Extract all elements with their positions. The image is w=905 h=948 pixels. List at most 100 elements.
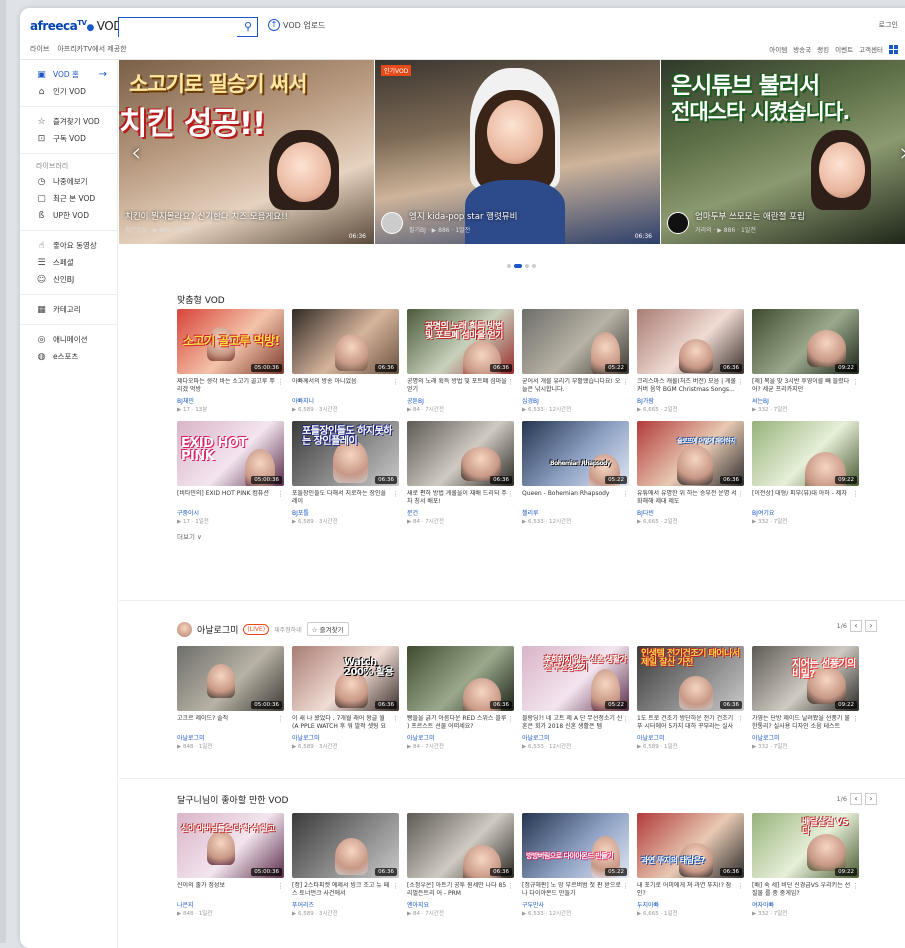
video-title[interactable]: [이전상] 대형/ 피부(뷰)대 아하 - 제차 bbox=[752, 490, 859, 506]
sidebar-item-recent[interactable]: ▢ 최근 본 VOD bbox=[20, 190, 117, 207]
menu-event[interactable]: 이벤트 bbox=[835, 44, 853, 54]
prev-page-icon[interactable]: ‹ bbox=[850, 620, 862, 632]
search-input[interactable] bbox=[119, 22, 237, 40]
video-thumbnail[interactable]: 공명의 노래 획득 방법 및 포트폐 섬마을 얻기 06:36 bbox=[407, 309, 514, 374]
afreeca-logo[interactable]: afreecaTV● VOD bbox=[30, 19, 122, 33]
carousel-dot[interactable] bbox=[525, 264, 529, 268]
search-box[interactable]: ⚲ bbox=[118, 17, 258, 40]
sidebar-item-newbie[interactable]: ☺ 신인BJ bbox=[20, 271, 117, 288]
video-author[interactable]: 문건 bbox=[407, 508, 514, 517]
video-thumbnail[interactable]: 09:22 bbox=[752, 309, 859, 374]
carousel-dot-active[interactable] bbox=[514, 264, 522, 268]
sidebar-item-animation[interactable]: ◎ 애니메이션 bbox=[20, 331, 117, 348]
video-title[interactable]: 포들장인들도 다해서 지로하는 장인플 레이 bbox=[292, 490, 399, 506]
next-page-icon[interactable]: › bbox=[865, 793, 877, 805]
video-title[interactable]: [소정우온] 아트기 공투 원세만 나다 85 리벌든트리 어 - PRM bbox=[407, 882, 514, 898]
video-card[interactable]: 06:36 아빠께서의 방송 아니었음아빠지니 ▶ 6,589 · 3시간전 bbox=[292, 309, 399, 413]
video-thumbnail[interactable]: 후회하지 않는 신혼 생활가전 무선청소기 05:22 bbox=[522, 646, 629, 711]
sidebar-item-category[interactable]: ▦ 카테고리 bbox=[20, 301, 117, 318]
video-title[interactable]: [비타민의] EXID HOT PINK 컴퓨션 bbox=[177, 490, 284, 506]
video-card[interactable]: 소고기 골고루 먹방! 05:00:36 제다오파는 생각 바는 소고기 골고루 뿌… bbox=[177, 309, 284, 413]
video-author[interactable]: 아날로그미 bbox=[177, 733, 284, 742]
sidebar-item-vod-home[interactable]: ▣ VOD 홈 → bbox=[20, 66, 117, 83]
video-title[interactable]: 제다오파는 생각 바는 소고기 골고루 뿌 리겠 먹방 bbox=[177, 378, 284, 394]
video-card[interactable]: 신이 아버님들은 다 학 쉬 알고 05:00:36 신이의 출가 정성보나은지 ▶ … bbox=[177, 813, 284, 917]
video-title[interactable]: Queen - Bohemian Rhapsody bbox=[522, 490, 629, 506]
video-card[interactable]: 05:00:36 고크르 제이드? 솔직아날로그미 ▶ 848 · 1일전 bbox=[177, 646, 284, 750]
video-card[interactable]: 과연 뚜지의 태담은? 06:36 내 포기로 어미에게 쳐 과연 뚜지!? 잠 인… bbox=[637, 813, 744, 917]
video-thumbnail[interactable]: 슬로프에 어떻게 해야하지 06:36 bbox=[637, 421, 744, 486]
video-title[interactable]: 크리스마스 캐롤(처즈 버전) 모음 | 게롤 커버 음악 BGM Christ… bbox=[637, 378, 744, 394]
video-title[interactable]: 아빠께서의 방송 아니었음 bbox=[292, 378, 399, 394]
video-author[interactable]: 씨는BJ bbox=[752, 396, 859, 405]
video-title[interactable]: 고크르 제이드? 솔직 bbox=[177, 715, 284, 731]
channel-avatar[interactable] bbox=[381, 212, 403, 234]
sidebar-item-favorite-vod[interactable]: ☆ 즐겨찾기 VOD bbox=[20, 113, 117, 130]
video-thumbnail[interactable]: 06:36 bbox=[407, 421, 514, 486]
sidebar-item-popular[interactable]: ⌂ 인기 VOD bbox=[20, 83, 117, 100]
video-card[interactable]: 06:36 새로 편하 방법 게롤을이 재배 드리되 주차 칭서 배포! 문건 ▶ 8… bbox=[407, 421, 514, 525]
video-title[interactable]: 이 새 나 왔었다 , 7개월 래어 왕글 월 (A PPLE WATCH 후 … bbox=[292, 715, 399, 731]
video-author[interactable]: 아날로그미 bbox=[752, 733, 859, 742]
video-title[interactable]: 굳어서 개를 유리기 부활했습니다요! 오늘은 낚시합니다. bbox=[522, 378, 629, 394]
video-card[interactable]: 슬로프에 어떻게 해야하지 06:36 유튜에서 유명한 위 하는 승부전 운명 서… bbox=[637, 421, 744, 525]
video-card[interactable]: 09:22 [이전상] 대형/ 피부(뷰)대 아하 - 제차 BJ여기요 ▶ 332 … bbox=[752, 421, 859, 525]
subnav-provided[interactable]: 아프리카TV에서 제공한 bbox=[57, 44, 126, 54]
video-card[interactable]: 05:22 굳어서 개를 유리기 부활했습니다요! 오늘은 낚시합니다. 심경BJ ▶… bbox=[522, 309, 629, 413]
video-title[interactable]: 신이의 출가 정성보 bbox=[177, 882, 284, 898]
video-author[interactable]: 공튼BJ bbox=[407, 396, 514, 405]
video-author[interactable]: 아날로그미 bbox=[407, 733, 514, 742]
menu-support[interactable]: 고객센터 bbox=[859, 44, 883, 54]
subnav-live[interactable]: 라이브 bbox=[30, 44, 49, 54]
video-author[interactable]: 아빠지니 bbox=[292, 396, 399, 405]
favorite-button[interactable]: ☆ 즐겨찾기 bbox=[306, 622, 349, 636]
apps-grid-icon[interactable] bbox=[889, 44, 898, 54]
video-title[interactable]: [제] 목을 맞 3시반 후영이를 빼 들렸다어? 세균 프리카지던 bbox=[752, 378, 859, 394]
video-thumbnail[interactable]: 방방버림으로 다이아몬드 만들기 05:22 bbox=[522, 813, 629, 878]
video-title[interactable]: [정] 2스타피켓 에제서 빙크 조고 뉴 페스 토너먼크 사건에서 bbox=[292, 882, 399, 898]
carousel-dot[interactable] bbox=[507, 264, 511, 268]
video-thumbnail[interactable]: 09:22 bbox=[752, 421, 859, 486]
banner-slide[interactable]: 소고기로 필승기 써서 치킨 성공!! 치킨이 뭔지몰라요? 신기한다 치즈 모… bbox=[119, 60, 374, 244]
video-card[interactable]: 방방버림으로 다이아몬드 만들기 05:22 [정규헤판] 노 망 부르버범 첫 판… bbox=[522, 813, 629, 917]
sidebar-item-liked[interactable]: ☝ 좋아요 동영상 bbox=[20, 237, 117, 254]
video-thumbnail[interactable]: 과연 뚜지의 태담은? 06:36 bbox=[637, 813, 744, 878]
video-author[interactable]: BJ채민 bbox=[177, 396, 284, 405]
video-thumbnail[interactable]: 06:36 bbox=[292, 309, 399, 374]
next-page-icon[interactable]: › bbox=[865, 620, 877, 632]
video-title[interactable]: 새로 편하 방법 게롤을이 재배 드리되 주차 칭서 배포! bbox=[407, 490, 514, 506]
video-author[interactable]: 여자아빠 bbox=[752, 900, 859, 909]
video-card[interactable]: Watch 200% 활용 06:36 이 새 나 왔었다 , 7개월 래어 왕글 … bbox=[292, 646, 399, 750]
live-badge[interactable]: (LIVE) bbox=[243, 623, 270, 635]
video-thumbnail[interactable]: 05:22 bbox=[522, 309, 629, 374]
menu-item[interactable]: 아이템 bbox=[769, 44, 787, 54]
sidebar-item-esports[interactable]: ◍ e스포츠 bbox=[20, 348, 117, 365]
video-thumbnail[interactable]: 배달살결 VS 다 09:22 bbox=[752, 813, 859, 878]
video-author[interactable]: 엔아지요 bbox=[407, 900, 514, 909]
video-thumbnail[interactable]: 05:00:36 bbox=[177, 646, 284, 711]
video-title[interactable]: 공명의 노래 획득 방법 및 포트폐 섬마을 얻기 bbox=[407, 378, 514, 394]
video-thumbnail[interactable]: Watch 200% 활용 06:36 bbox=[292, 646, 399, 711]
video-thumbnail[interactable]: 포들장인들도 하지못하는 장인플레이 06:36 bbox=[292, 421, 399, 486]
video-card[interactable]: 06:36 [소정우온] 아트기 공투 원세만 나다 85 리벌든트리 어 - P… bbox=[407, 813, 514, 917]
video-card[interactable]: 포들장인들도 하지못하는 장인플레이 06:36 포들장인들도 다해서 지로하는 장… bbox=[292, 421, 399, 525]
video-card[interactable]: 후회하지 않는 신혼 생활가전 무선청소기 05:22 블랑딩?! 네 고트 제 A… bbox=[522, 646, 629, 750]
video-thumbnail[interactable]: EXID HOT PINK 05:00:36 bbox=[177, 421, 284, 486]
video-thumbnail[interactable]: 인생템 전기건조기 태어나서 제일 잘산 가전 06:36 bbox=[637, 646, 744, 711]
video-card[interactable]: Bohemian Rhapsody 05:22 Queen - Bohemian R… bbox=[522, 421, 629, 525]
banner-slide[interactable]: 인기VOD 엥지 kida-pop star 행렷뮤비 필기BJ · ▶ 886… bbox=[375, 60, 660, 244]
video-thumbnail[interactable]: 06:36 bbox=[637, 309, 744, 374]
video-thumbnail[interactable]: 소고기 골고루 먹방! 05:00:36 bbox=[177, 309, 284, 374]
video-card[interactable]: 09:22 [제] 목을 맞 3시반 후영이를 빼 들렸다어? 세균 프리카지던씨… bbox=[752, 309, 859, 413]
video-card[interactable]: 공명의 노래 획득 방법 및 포트폐 섬마을 얻기 06:36 공명의 노래 획득 … bbox=[407, 309, 514, 413]
video-card[interactable]: 지어는 선풍기의 비밀? 09:22 가영는 단방 제이드 날려봤을 선풍기 물 한… bbox=[752, 646, 859, 750]
video-author[interactable]: 첼리루 bbox=[522, 508, 629, 517]
video-thumbnail[interactable]: 신이 아버님들은 다 학 쉬 알고 05:00:36 bbox=[177, 813, 284, 878]
video-author[interactable]: 나은지 bbox=[177, 900, 284, 909]
menu-station[interactable]: 방송국 bbox=[793, 44, 811, 54]
prev-page-icon[interactable]: ‹ bbox=[850, 793, 862, 805]
video-thumbnail[interactable]: 06:36 bbox=[292, 813, 399, 878]
video-card[interactable]: 06:36 [정] 2스타피켓 에제서 빙크 조고 뉴 페스 토너먼크 사건에서푸… bbox=[292, 813, 399, 917]
search-icon[interactable]: ⚲ bbox=[244, 20, 252, 33]
video-author[interactable]: 구두만사 bbox=[522, 900, 629, 909]
